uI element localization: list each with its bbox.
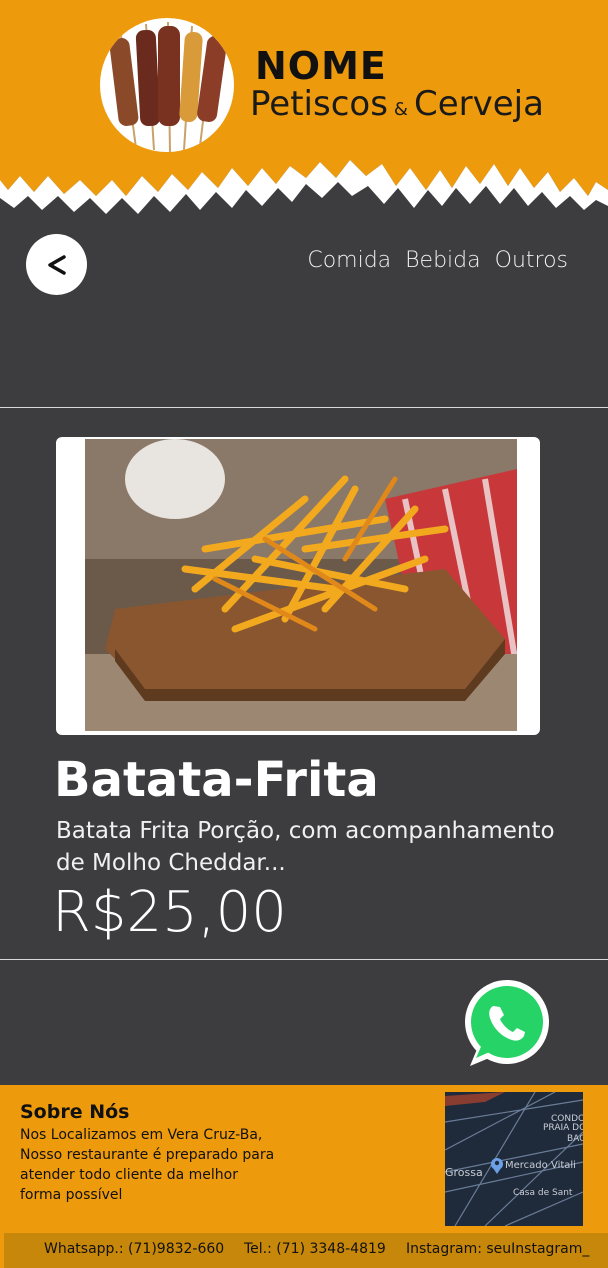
product-photo — [56, 437, 540, 735]
nav-item-comida[interactable]: Comida — [307, 248, 391, 273]
brand-sub-petiscos: Petiscos — [250, 84, 388, 124]
fries-photo-icon — [85, 439, 517, 731]
brand-sub-cerveja: Cerveja — [413, 84, 544, 124]
divider-top — [0, 407, 608, 408]
contact-bar: Whatsapp.: (71)9832-660 Tel.: (71) 3348-… — [4, 1233, 608, 1268]
whatsapp-button[interactable] — [460, 978, 552, 1070]
instagram-contact[interactable]: Instagram: seuInstagram_ — [406, 1241, 589, 1257]
header: NOME Petiscos & Cerveja — [0, 0, 608, 230]
whatsapp-icon — [465, 980, 549, 1066]
category-nav: Comida Bebida Outros — [307, 248, 568, 273]
map-label-bac: BAC — [567, 1134, 583, 1144]
map-label-mercado: Mercado Vitali — [505, 1160, 576, 1171]
map-roads — [445, 1092, 583, 1226]
logo — [100, 18, 234, 152]
chevron-left-icon — [47, 254, 66, 275]
about-text: Nos Localizamos em Vera Cruz-Ba, Nosso r… — [20, 1127, 275, 1203]
map-label-grossa: Grossa — [445, 1166, 483, 1179]
brand-subtitle: Petiscos & Cerveja — [250, 84, 544, 124]
nav-item-outros[interactable]: Outros — [495, 248, 568, 273]
map-pin-icon — [491, 1158, 503, 1174]
skewers-logo-icon — [109, 21, 227, 152]
back-button[interactable] — [26, 234, 87, 295]
brand-name: NOME — [255, 44, 387, 88]
nav-item-bebida[interactable]: Bebida — [405, 248, 480, 273]
product-price: R$25,00 — [52, 880, 287, 945]
tel-contact[interactable]: Tel.: (71) 3348-4819 — [244, 1241, 386, 1257]
about-title: Sobre Nós — [20, 1101, 130, 1123]
map-label-praia: PRAIA DO — [543, 1123, 583, 1133]
brand-ampersand: & — [393, 99, 408, 120]
map-label-casa: Casa de Sant — [513, 1188, 573, 1198]
product-description: Batata Frita Porção, com acompanhamento … — [56, 818, 555, 876]
whatsapp-contact[interactable]: Whatsapp.: (71)9832-660 — [44, 1241, 224, 1257]
product-title: Batata-Frita — [54, 752, 379, 808]
divider-bottom — [0, 959, 608, 960]
location-map[interactable]: CONDO PRAIA DO BAC Grossa Mercado Vitali… — [445, 1092, 583, 1226]
